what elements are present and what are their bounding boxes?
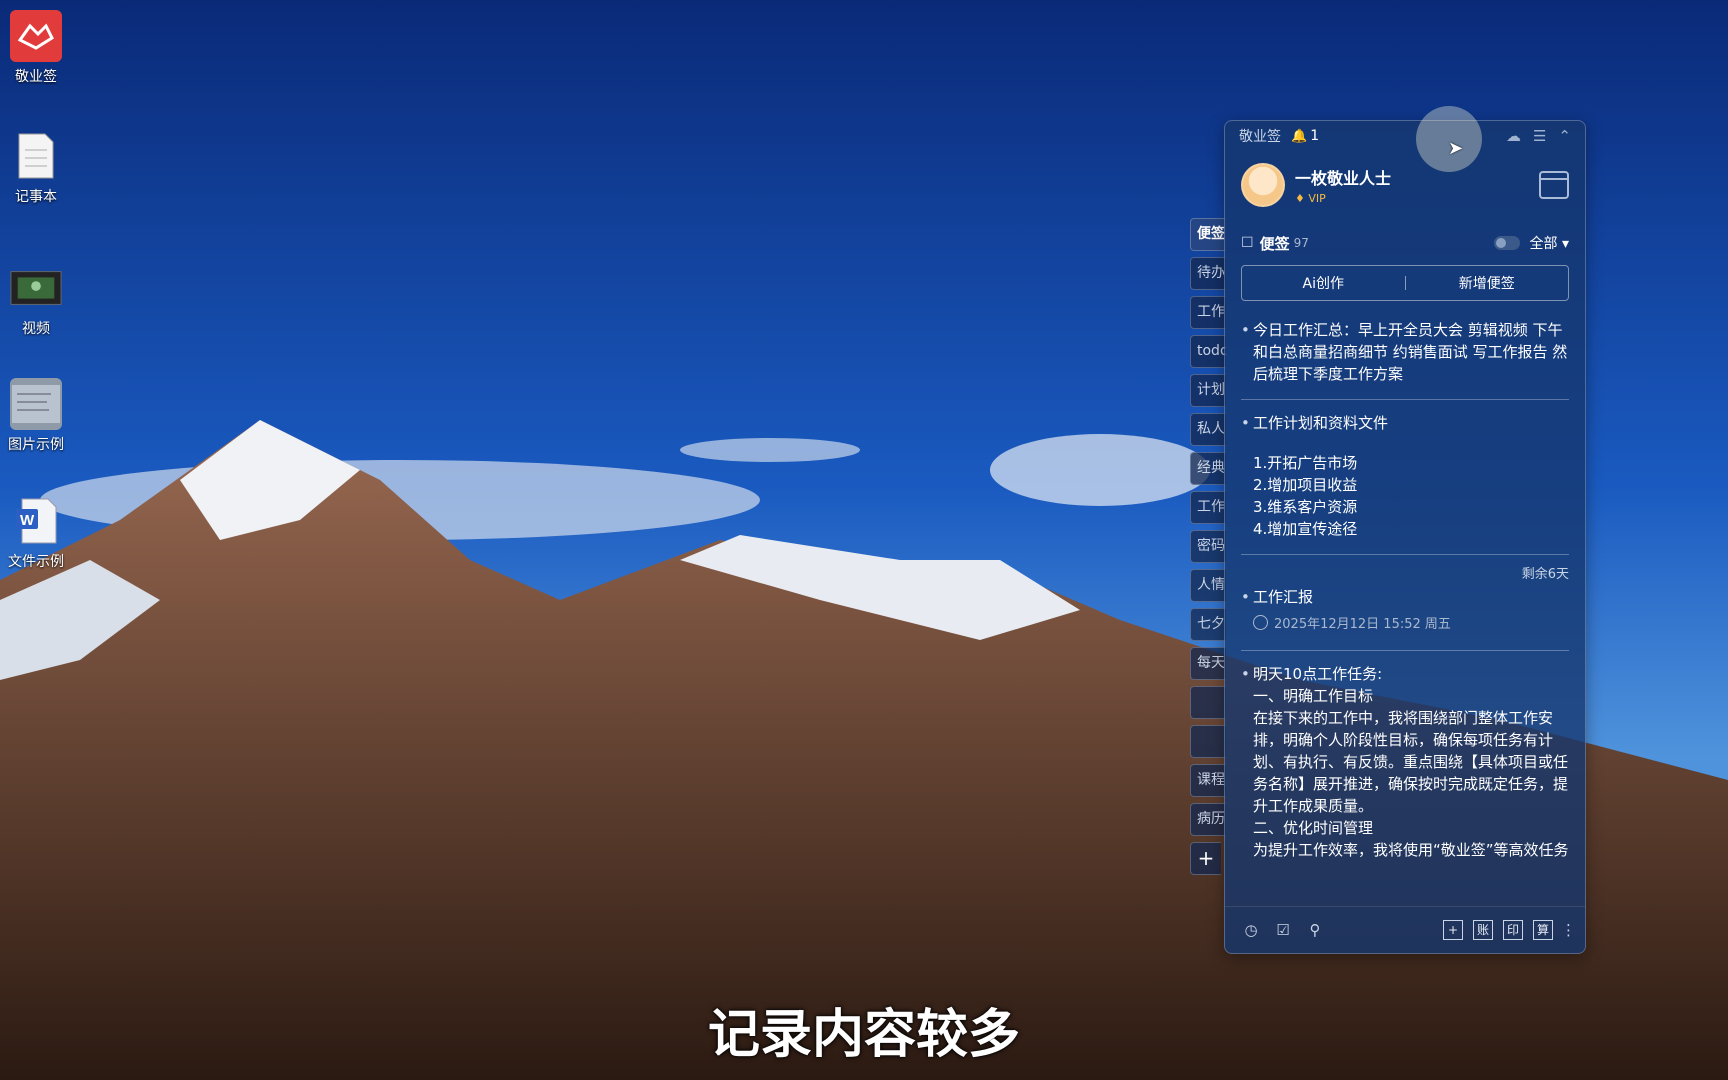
user-profile: 一枚敬业人士 ♦ VIP — [1225, 151, 1585, 219]
desktop-icon-notepad[interactable]: 记事本 — [4, 130, 68, 206]
panel-titlebar: 敬业签 🔔 1 ☁ ☰ ⌃ — [1225, 121, 1585, 151]
notes-list: 今日工作汇总：早上开全员大会 剪辑视频 下午和白总商量招商细节 约销售面试 写工… — [1225, 301, 1585, 863]
note-title: 工作计划和资料文件 — [1253, 414, 1389, 432]
word-file-icon: W — [10, 495, 62, 547]
tab-medical[interactable]: 病历 — [1190, 803, 1226, 836]
notification-count: 1 — [1310, 128, 1320, 144]
tab-unlabeled-2[interactable] — [1190, 725, 1226, 758]
filter-dropdown[interactable]: 全部 ▾ — [1530, 233, 1569, 253]
desktop-icon-jingyeqian[interactable]: 敬业签 — [4, 10, 68, 86]
tab-classic[interactable]: 经典 — [1190, 452, 1226, 485]
more-icon[interactable]: ⋮ — [1561, 920, 1576, 940]
desktop-icon-video[interactable]: 视频 — [4, 262, 68, 338]
print-button[interactable]: 印 — [1503, 920, 1523, 940]
tab-qixi[interactable]: 七夕 — [1190, 608, 1226, 641]
reminder-time: 2025年12月12日 15:52 周五 — [1253, 614, 1569, 636]
tab-course[interactable]: 课程 — [1190, 764, 1226, 797]
view-toggle[interactable] — [1493, 236, 1520, 250]
list-item[interactable]: 工作汇报 2025年12月12日 15:52 周五 — [1241, 586, 1569, 636]
desktop-icon-label: 文件示例 — [8, 554, 64, 570]
tab-plan[interactable]: 计划 — [1190, 374, 1226, 407]
cloud-sync-icon[interactable]: ☁ — [1506, 127, 1521, 145]
vip-label: VIP — [1308, 192, 1326, 205]
tab-password[interactable]: 密码 — [1190, 530, 1226, 563]
desktop-icon-image-sample[interactable]: 图片示例 — [4, 378, 68, 454]
vip-badge: ♦ VIP — [1295, 192, 1326, 205]
image-file-icon — [10, 378, 62, 430]
add-tab-button[interactable]: + — [1190, 842, 1221, 875]
bottom-toolbar: ◷ ☑ ⚲ + 账 印 算 ⋮ — [1225, 906, 1585, 953]
tab-relations[interactable]: 人情 — [1190, 569, 1226, 602]
new-note-button[interactable]: 新增便签 — [1406, 273, 1569, 293]
action-bar: Ai创作 新增便签 — [1241, 265, 1569, 301]
calculator-button[interactable]: 算 — [1533, 920, 1553, 940]
svg-text:W: W — [20, 512, 35, 529]
calendar-icon[interactable] — [1539, 171, 1569, 199]
history-icon[interactable]: ◷ — [1241, 920, 1261, 940]
search-icon[interactable]: ⚲ — [1305, 920, 1325, 940]
filter-label: 全部 — [1529, 236, 1558, 252]
notepad-file-icon — [10, 130, 62, 182]
desktop-icon-label: 敬业签 — [15, 69, 57, 85]
desktop-icon-label: 图片示例 — [8, 437, 64, 453]
note-title: 工作汇报 — [1253, 588, 1314, 606]
tab-todo[interactable]: 待办 — [1190, 257, 1226, 290]
category-tabs: 便签 待办 工作 todo 计划 私人 经典 工作 密码 人情 七夕 每天 课程… — [1190, 218, 1226, 881]
video-file-icon — [10, 262, 62, 314]
list-item[interactable]: 工作计划和资料文件 1.开拓广告市场 2.增加项目收益 3.维系客户资源 4.增… — [1241, 412, 1569, 540]
notes-count: 97 — [1293, 236, 1309, 250]
video-subtitle: 记录内容较多 — [707, 1005, 1020, 1065]
jingyeqian-app-icon — [10, 10, 62, 62]
tab-unlabeled-1[interactable] — [1190, 686, 1226, 719]
user-name: 一枚敬业人士 — [1295, 169, 1392, 188]
ledger-button[interactable]: 账 — [1473, 920, 1493, 940]
collapse-icon[interactable]: ⌃ — [1558, 127, 1571, 145]
bell-icon[interactable]: 🔔 — [1291, 129, 1307, 144]
tab-work[interactable]: 工作 — [1190, 296, 1226, 329]
note-text: 今日工作汇总：早上开全员大会 剪辑视频 下午和白总商量招商细节 约销售面试 写工… — [1253, 321, 1568, 383]
tab-daily[interactable]: 每天 — [1190, 647, 1226, 680]
checklist-icon[interactable]: ☑ — [1273, 920, 1293, 940]
notes-header: ☐ 便签 97 全部 ▾ — [1225, 225, 1585, 261]
list-item[interactable]: 今日工作汇总：早上开全员大会 剪辑视频 下午和白总商量招商细节 约销售面试 写工… — [1241, 319, 1569, 385]
remaining-days: 剩余6天 — [1521, 567, 1569, 582]
tab-work-2[interactable]: 工作 — [1190, 491, 1226, 524]
tab-notes[interactable]: 便签 — [1190, 218, 1226, 251]
bookmark-icon: ☐ — [1241, 235, 1254, 251]
ai-create-button[interactable]: Ai创作 — [1242, 273, 1405, 293]
tab-private[interactable]: 私人 — [1190, 413, 1226, 446]
mouse-cursor-icon: ➤ — [1448, 138, 1464, 159]
add-icon[interactable]: + — [1443, 920, 1463, 940]
menu-icon[interactable]: ☰ — [1533, 127, 1546, 145]
clock-icon — [1253, 615, 1268, 630]
list-item[interactable]: 明天10点工作任务: 一、明确工作目标 在接下来的工作中，我将围绕部门整体工作安… — [1241, 663, 1569, 863]
note-body: 明天10点工作任务: 一、明确工作目标 在接下来的工作中，我将围绕部门整体工作安… — [1253, 665, 1569, 859]
desktop-icon-label: 记事本 — [15, 189, 57, 205]
tab-todo-en[interactable]: todo — [1190, 335, 1226, 368]
reminder-time-text: 2025年12月12日 15:52 周五 — [1274, 617, 1451, 632]
jingyeqian-panel: 敬业签 🔔 1 ☁ ☰ ⌃ 一枚敬业人士 ♦ VIP ☐ 便签 97 全部 ▾ … — [1224, 120, 1586, 954]
desktop-icon-label: 视频 — [22, 321, 50, 337]
notes-title: 便签 — [1259, 234, 1290, 253]
desktop-icon-file-sample[interactable]: W 文件示例 — [4, 495, 68, 571]
note-body: 1.开拓广告市场 2.增加项目收益 3.维系客户资源 4.增加宣传途径 — [1253, 454, 1358, 538]
app-name: 敬业签 — [1239, 129, 1281, 145]
avatar[interactable] — [1241, 163, 1285, 207]
